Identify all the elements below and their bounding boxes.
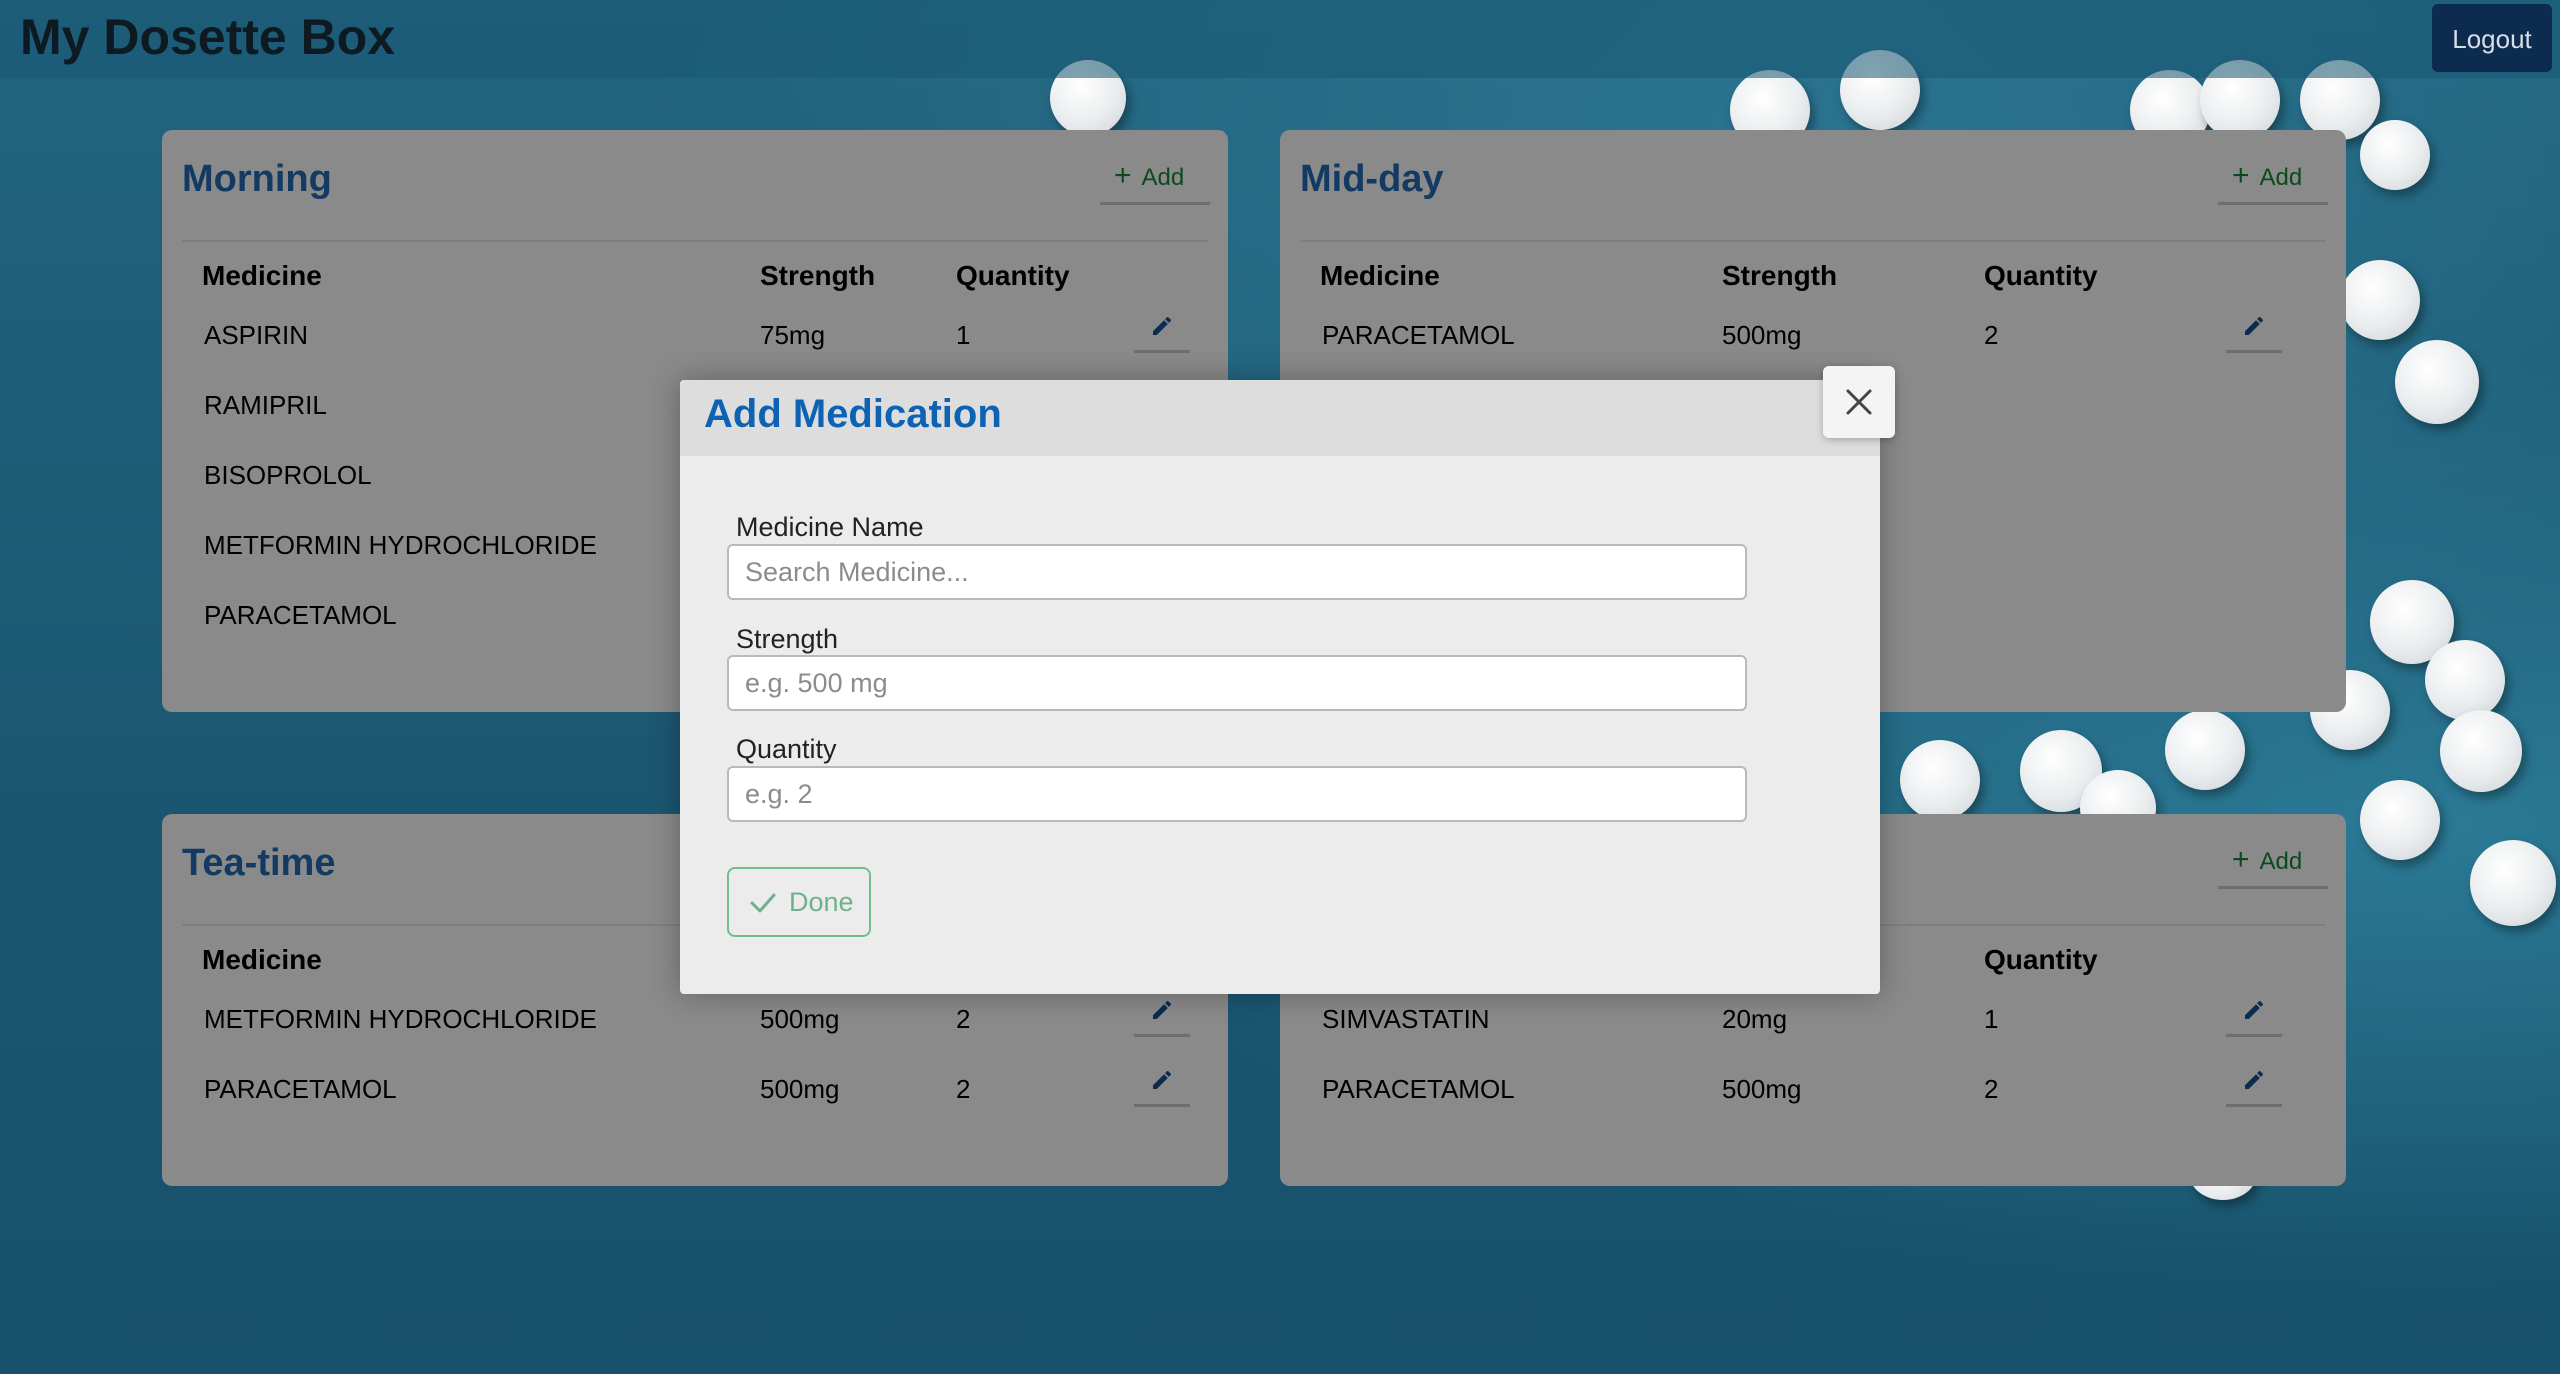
quantity-input[interactable] xyxy=(727,766,1747,822)
close-icon xyxy=(1846,389,1872,415)
add-button[interactable]: + Add xyxy=(1100,150,1210,205)
pencil-icon xyxy=(1153,1000,1172,1019)
row-quantity: 1 xyxy=(956,320,971,350)
plus-icon: + xyxy=(1114,159,1132,192)
row-quantity: 2 xyxy=(1984,1074,1999,1104)
strength-input[interactable] xyxy=(727,655,1747,711)
row-quantity: 2 xyxy=(1984,320,1999,350)
card-title: Mid-day xyxy=(1300,158,1444,200)
divider xyxy=(182,240,1208,242)
edit-button[interactable] xyxy=(2226,1062,2282,1107)
column-header-medicine: Medicine xyxy=(202,260,322,291)
row-medicine-name: SIMVASTATIN xyxy=(1322,1004,1490,1034)
logout-button[interactable]: Logout xyxy=(2432,4,2552,72)
app-title: My Dosette Box xyxy=(20,9,396,65)
add-button[interactable]: + Add xyxy=(2218,150,2328,205)
close-dialog-button[interactable] xyxy=(1823,366,1895,438)
plus-icon: + xyxy=(2232,159,2250,192)
card-title: Morning xyxy=(182,158,332,200)
edit-button[interactable] xyxy=(2226,992,2282,1037)
column-header-quantity: Quantity xyxy=(1984,944,2098,975)
column-header-strength: Strength xyxy=(1722,260,1838,291)
row-medicine-name: METFORMIN HYDROCHLORIDE xyxy=(204,530,597,560)
row-strength: 500mg xyxy=(760,1004,840,1034)
dialog-title: Add Medication xyxy=(704,392,1002,436)
edit-button[interactable] xyxy=(1134,1062,1190,1107)
edit-button[interactable] xyxy=(2226,308,2282,353)
edit-button[interactable] xyxy=(1134,992,1190,1037)
card-title: Tea-time xyxy=(182,842,336,884)
medicine-name-input[interactable] xyxy=(727,544,1747,600)
pencil-icon xyxy=(1153,1070,1172,1089)
row-medicine-name: PARACETAMOL xyxy=(204,1074,397,1104)
column-header-quantity: Quantity xyxy=(1984,260,2098,291)
edit-button[interactable] xyxy=(1134,308,1190,353)
divider xyxy=(1300,240,2326,242)
column-header-medicine: Medicine xyxy=(202,944,322,975)
row-strength: 500mg xyxy=(760,1074,840,1104)
dialog-header: Add Medication xyxy=(680,380,1880,456)
row-medicine-name: ASPIRIN xyxy=(204,320,309,350)
pencil-icon xyxy=(2245,316,2264,335)
row-medicine-name: BISOPROLOL xyxy=(204,460,372,490)
row-medicine-name: RAMIPRIL xyxy=(204,390,327,420)
row-strength: 500mg xyxy=(1722,1074,1802,1104)
row-medicine-name: METFORMIN HYDROCHLORIDE xyxy=(204,1004,597,1034)
pencil-icon xyxy=(1153,316,1172,335)
done-button-label: Done xyxy=(789,887,854,917)
row-strength: 75mg xyxy=(760,320,826,350)
plus-icon: + xyxy=(2232,843,2250,876)
column-header-medicine: Medicine xyxy=(1320,260,1440,291)
row-medicine-name: PARACETAMOL xyxy=(1322,1074,1515,1104)
column-header-strength: Strength xyxy=(760,260,876,291)
quantity-label: Quantity xyxy=(736,734,837,764)
row-quantity: 1 xyxy=(1984,1004,1999,1034)
pencil-icon xyxy=(2245,1070,2264,1089)
checkmark-icon xyxy=(750,893,776,913)
row-strength: 500mg xyxy=(1722,320,1802,350)
strength-label: Strength xyxy=(736,624,839,654)
pencil-icon xyxy=(2245,1000,2264,1019)
row-quantity: 2 xyxy=(956,1004,971,1034)
row-medicine-name: PARACETAMOL xyxy=(204,600,397,630)
add-button[interactable]: + Add xyxy=(2218,834,2328,889)
row-quantity: 2 xyxy=(956,1074,971,1104)
column-header-quantity: Quantity xyxy=(956,260,1070,291)
medicine-name-label: Medicine Name xyxy=(736,512,924,542)
row-strength: 20mg xyxy=(1722,1004,1788,1034)
done-button[interactable]: Done xyxy=(727,867,871,937)
row-medicine-name: PARACETAMOL xyxy=(1322,320,1515,350)
